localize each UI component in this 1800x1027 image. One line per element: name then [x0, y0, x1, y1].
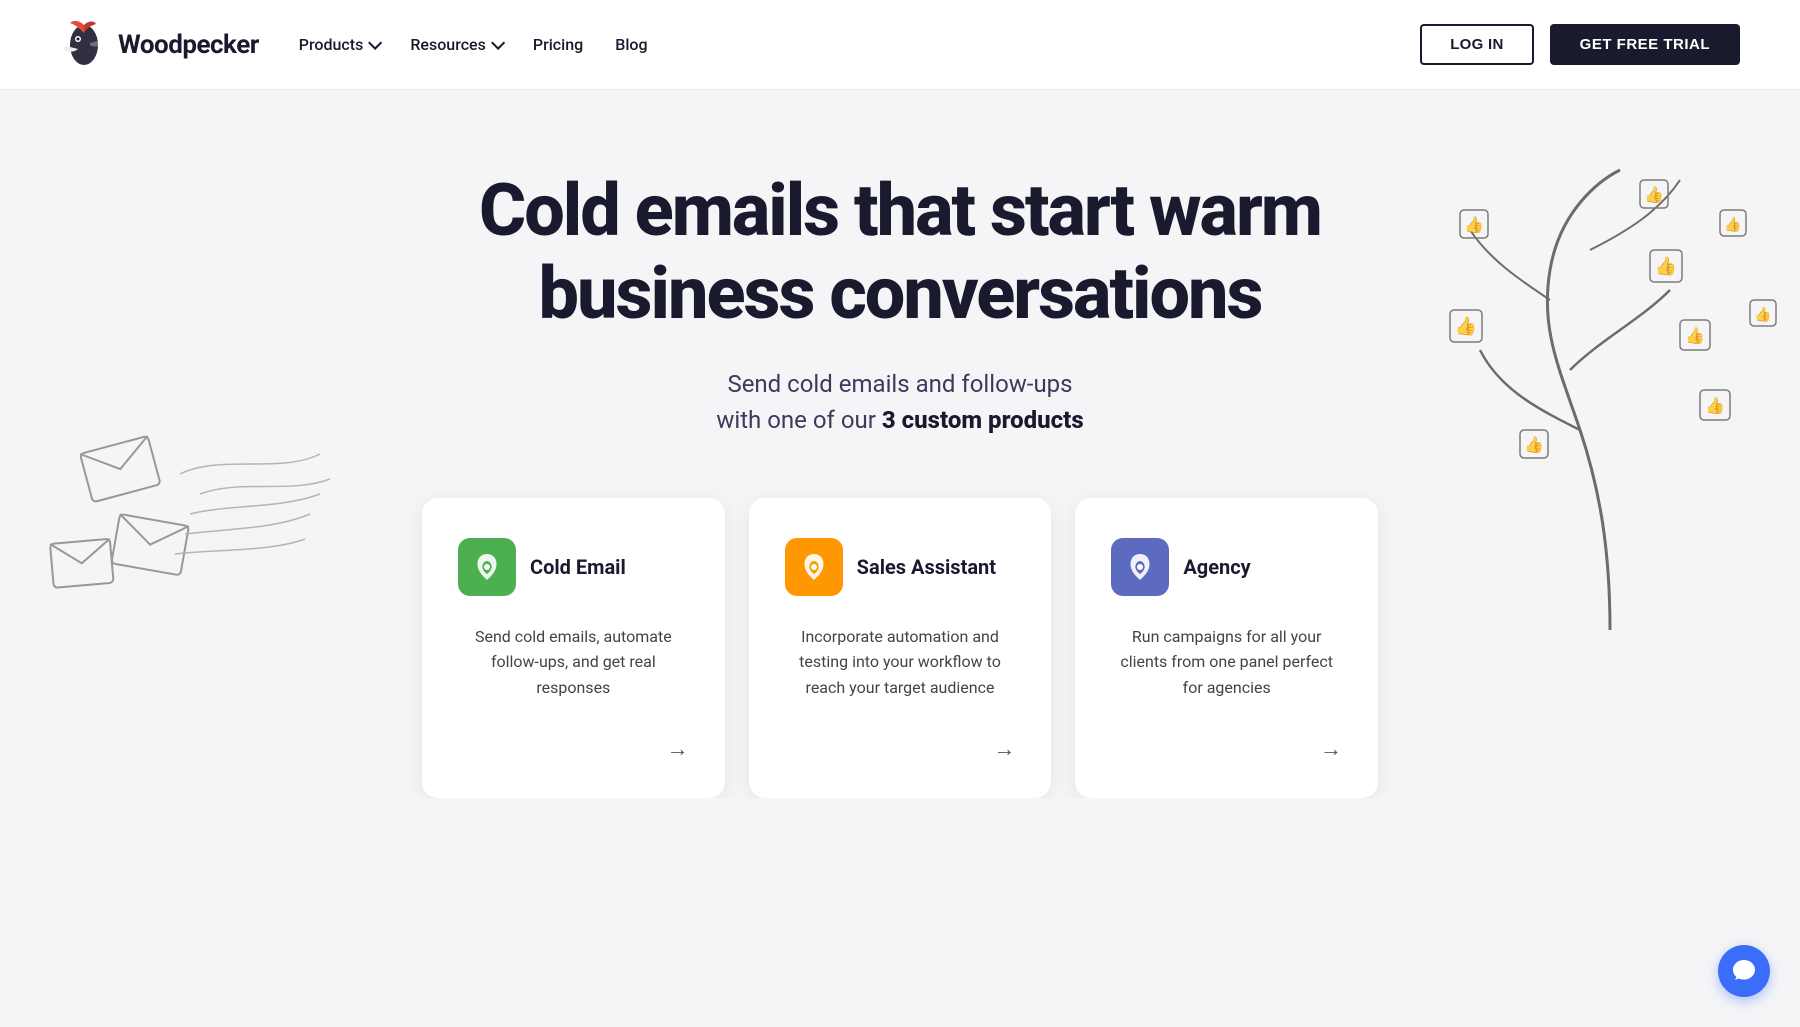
agency-arrow[interactable]: →	[1111, 736, 1342, 762]
nav-item-resources[interactable]: Resources	[410, 35, 501, 54]
navbar-right: LOG IN GET FREE TRIAL	[1420, 24, 1740, 65]
agency-icon	[1123, 550, 1157, 584]
chat-icon	[1731, 958, 1757, 984]
logo-link[interactable]: Woodpecker	[60, 17, 259, 73]
nav-link-blog[interactable]: Blog	[615, 35, 647, 54]
navbar: Woodpecker Products Resources Pricing	[0, 0, 1800, 90]
logo-icon	[60, 17, 108, 73]
sales-assistant-card[interactable]: Sales Assistant Incorporate automation a…	[749, 498, 1052, 798]
hero-section: Cold emails that start warm business con…	[0, 90, 1800, 798]
free-trial-button[interactable]: GET FREE TRIAL	[1550, 24, 1740, 65]
navbar-left: Woodpecker Products Resources Pricing	[60, 17, 1420, 73]
cold-email-title: Cold Email	[530, 555, 626, 579]
nav-links: Products Resources Pricing Blog	[299, 35, 648, 54]
nav-link-products[interactable]: Products	[299, 35, 379, 54]
chevron-down-icon	[491, 35, 505, 49]
chevron-down-icon	[368, 35, 382, 49]
nav-link-resources[interactable]: Resources	[410, 35, 501, 54]
cold-email-icon	[470, 550, 504, 584]
cold-email-desc: Send cold emails, automate follow-ups, a…	[458, 624, 689, 716]
login-button[interactable]: LOG IN	[1420, 24, 1533, 65]
agency-title: Agency	[1183, 555, 1250, 579]
nav-item-blog[interactable]: Blog	[615, 35, 647, 54]
nav-item-products[interactable]: Products	[299, 35, 379, 54]
sales-assistant-arrow[interactable]: →	[785, 736, 1016, 762]
product-cards: Cold Email Send cold emails, automate fo…	[350, 498, 1450, 798]
card-header-sales: Sales Assistant	[785, 538, 1016, 596]
sales-assistant-title: Sales Assistant	[857, 555, 996, 579]
hero-content: Cold emails that start warm business con…	[0, 90, 1800, 798]
agency-icon-bg	[1111, 538, 1169, 596]
sales-assistant-icon	[797, 550, 831, 584]
nav-item-pricing[interactable]: Pricing	[533, 35, 583, 54]
nav-link-pricing[interactable]: Pricing	[533, 35, 583, 54]
hero-title: Cold emails that start warm business con…	[450, 170, 1350, 336]
cold-email-card[interactable]: Cold Email Send cold emails, automate fo…	[422, 498, 725, 798]
agency-card[interactable]: Agency Run campaigns for all your client…	[1075, 498, 1378, 798]
cold-email-arrow[interactable]: →	[458, 736, 689, 762]
brand-name: Woodpecker	[118, 30, 259, 60]
sales-assistant-desc: Incorporate automation and testing into …	[785, 624, 1016, 716]
card-header-cold-email: Cold Email	[458, 538, 689, 596]
chat-button[interactable]	[1718, 945, 1770, 997]
sales-assistant-icon-bg	[785, 538, 843, 596]
hero-subtitle: Send cold emails and follow-ups with one…	[20, 366, 1780, 438]
cold-email-icon-bg	[458, 538, 516, 596]
card-header-agency: Agency	[1111, 538, 1342, 596]
agency-desc: Run campaigns for all your clients from …	[1111, 624, 1342, 716]
